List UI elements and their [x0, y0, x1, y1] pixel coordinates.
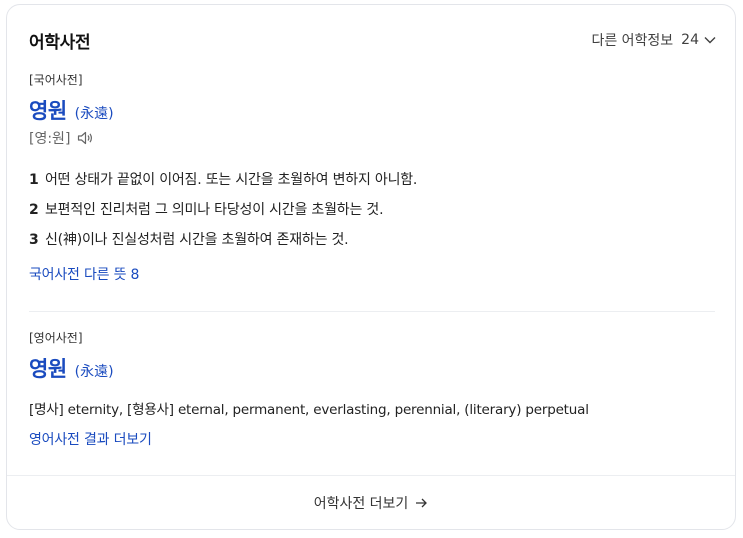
dictionary-card: 어학사전 다른 어학정보 24 [국어사전] 영원 (永遠) [영:원] 1 어…: [6, 4, 736, 530]
definition-number: 3: [29, 232, 39, 248]
more-dictionary-button[interactable]: 어학사전 더보기: [314, 493, 429, 513]
korean-headword-row: 영원 (永遠): [29, 95, 715, 123]
definition-item: 2 보편적인 진리처럼 그 의미나 타당성이 시간을 초월하는 것.: [29, 195, 715, 225]
english-translation: [명사] eternity, [형용사] eternal, permanent,…: [29, 402, 589, 418]
definition-number: 1: [29, 172, 39, 188]
card-title: 어학사전: [29, 32, 91, 53]
korean-hanja-link[interactable]: (永遠): [75, 103, 114, 123]
chevron-down-icon: [703, 33, 717, 47]
definition-text: 신(神)이나 진실성처럼 시간을 초월하여 존재하는 것.: [45, 232, 349, 248]
section-divider: [29, 311, 715, 312]
english-more-results-link[interactable]: 영어사전 결과 더보기: [29, 429, 715, 451]
english-dictionary-source: [영어사전]: [29, 331, 83, 345]
pronunciation-text: [영:원]: [29, 131, 71, 147]
arrow-right-icon: [414, 496, 428, 510]
other-language-info-label: 다른 어학정보: [591, 33, 674, 49]
korean-dictionary-section: [국어사전] 영원 (永遠) [영:원] 1 어떤 상태가 끝없이 이어짐. 또…: [29, 71, 715, 285]
definition-list: 1 어떤 상태가 끝없이 이어짐. 또는 시간을 초월하여 변하지 아니함. 2…: [29, 165, 715, 255]
korean-dictionary-source: [국어사전]: [29, 73, 83, 87]
card-footer: 어학사전 더보기: [7, 475, 735, 529]
card-header: 어학사전 다른 어학정보 24: [29, 27, 717, 53]
other-language-info-button[interactable]: 다른 어학정보 24: [591, 30, 717, 50]
definition-item: 1 어떤 상태가 끝없이 이어짐. 또는 시간을 초월하여 변하지 아니함.: [29, 165, 715, 195]
definition-text: 어떤 상태가 끝없이 이어짐. 또는 시간을 초월하여 변하지 아니함.: [45, 172, 418, 188]
pronunciation-row: [영:원]: [29, 127, 715, 149]
english-dictionary-section: [영어사전] 영원 (永遠) [명사] eternity, [형용사] eter…: [29, 329, 715, 451]
english-hanja-link[interactable]: (永遠): [75, 361, 114, 381]
other-language-info-count: 24: [681, 32, 699, 48]
english-headword-row: 영원 (永遠): [29, 353, 715, 381]
korean-other-meanings-link[interactable]: 국어사전 다른 뜻 8: [29, 265, 715, 285]
korean-headword-link[interactable]: 영원: [29, 95, 67, 125]
definition-number: 2: [29, 202, 39, 218]
definition-text: 보편적인 진리처럼 그 의미나 타당성이 시간을 초월하는 것.: [45, 202, 384, 218]
more-dictionary-label: 어학사전 더보기: [313, 495, 409, 512]
definition-item: 3 신(神)이나 진실성처럼 시간을 초월하여 존재하는 것.: [29, 225, 715, 255]
speaker-icon[interactable]: [76, 129, 94, 147]
english-headword-link[interactable]: 영원: [29, 353, 67, 383]
